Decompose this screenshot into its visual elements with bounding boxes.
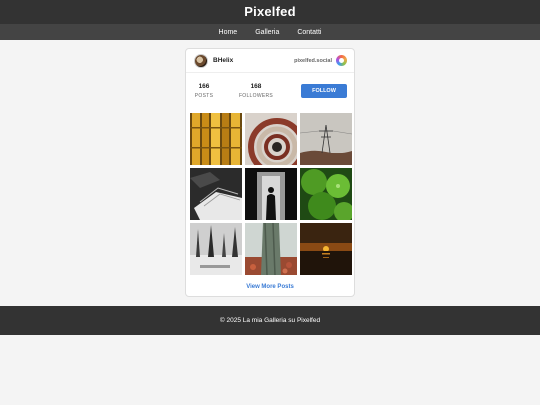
profile-username[interactable]: BHelix bbox=[213, 57, 233, 64]
snow-trees-image bbox=[190, 223, 242, 275]
pixelfed-logo-icon[interactable] bbox=[336, 55, 347, 66]
site-header: Pixelfed bbox=[0, 0, 540, 24]
photo-snowy-trees[interactable] bbox=[190, 223, 242, 275]
photo-tunnel-silhouette[interactable] bbox=[245, 168, 297, 220]
tunnel-image bbox=[245, 168, 297, 220]
photo-power-pylon[interactable] bbox=[300, 113, 352, 165]
tree-trunk-image bbox=[245, 223, 297, 275]
view-more-posts-link[interactable]: View More Posts bbox=[186, 284, 354, 290]
posts-stat: 166 POSTS bbox=[194, 83, 214, 99]
photo-spiral-staircase[interactable] bbox=[245, 113, 297, 165]
pylon-image bbox=[300, 113, 352, 165]
site-title: Pixelfed bbox=[244, 4, 296, 19]
photo-bamboo[interactable] bbox=[190, 113, 242, 165]
site-footer: © 2025 La mia Galleria su Pixelfed bbox=[0, 306, 540, 335]
avatar[interactable] bbox=[194, 54, 208, 68]
followers-stat: 168 FOLLOWERS bbox=[238, 83, 274, 99]
photo-sunset-water[interactable] bbox=[300, 223, 352, 275]
sunset-image bbox=[300, 223, 352, 275]
posts-label: POSTS bbox=[194, 93, 214, 99]
follow-button[interactable]: FOLLOW bbox=[301, 84, 347, 98]
nav-link-home[interactable]: Home bbox=[219, 29, 238, 36]
bamboo-image bbox=[190, 113, 242, 165]
profile-header: BHelix pixelfed.social bbox=[186, 49, 354, 73]
photo-book-pages[interactable] bbox=[190, 168, 242, 220]
photo-tree-trunk-leaves[interactable] bbox=[245, 223, 297, 275]
followers-label: FOLLOWERS bbox=[238, 93, 274, 99]
followers-count: 168 bbox=[250, 83, 262, 90]
pixelfed-embed-card: BHelix pixelfed.social 166 POSTS 168 FOL… bbox=[185, 48, 355, 297]
main-nav: Home Galleria Contatti bbox=[0, 24, 540, 40]
staircase-image bbox=[245, 113, 297, 165]
footer-copyright: © 2025 La mia Galleria su Pixelfed bbox=[219, 317, 321, 324]
photo-green-leaves[interactable] bbox=[300, 168, 352, 220]
nav-link-galleria[interactable]: Galleria bbox=[255, 29, 279, 36]
leaves-image bbox=[300, 168, 352, 220]
instance-name[interactable]: pixelfed.social bbox=[294, 58, 332, 64]
nav-link-contatti[interactable]: Contatti bbox=[297, 29, 321, 36]
book-image bbox=[190, 168, 242, 220]
posts-count: 166 bbox=[198, 83, 210, 90]
photo-grid bbox=[190, 113, 352, 275]
